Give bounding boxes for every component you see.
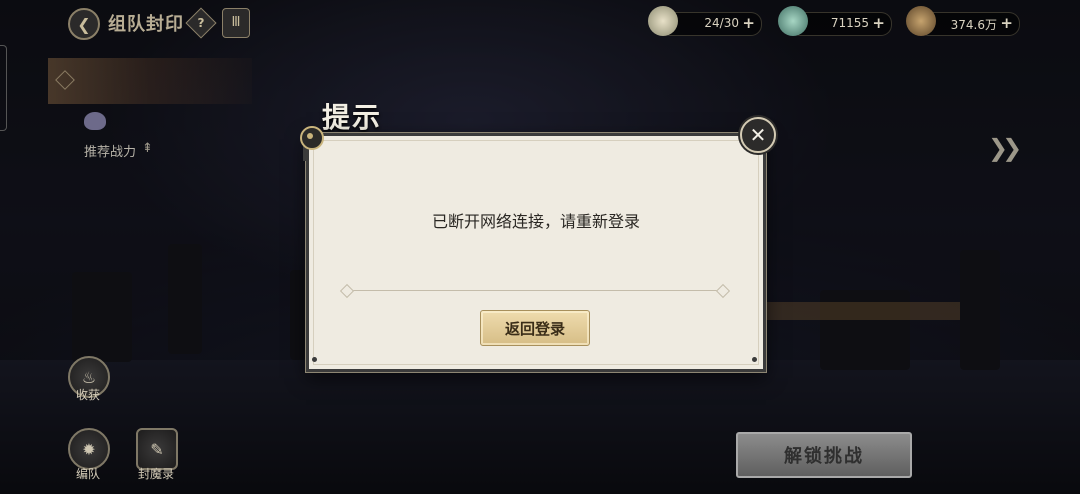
jade-add-button[interactable]: +: [872, 14, 885, 32]
formation-button[interactable]: ✹: [68, 428, 110, 470]
stamina-icon: [648, 6, 678, 36]
double-chevron-right-icon[interactable]: ❯❯: [988, 134, 1022, 162]
selected-stage-bar[interactable]: [48, 58, 252, 104]
recommend-power-label: 推荐战力: [84, 145, 137, 160]
recommend-emblem-icon: [84, 112, 106, 130]
corner-rivet: [312, 357, 317, 362]
pin-ornament-icon: [300, 126, 324, 150]
stamina-add-button[interactable]: +: [742, 14, 755, 32]
stage-highlight: [760, 302, 960, 320]
side-drawer-handle[interactable]: [0, 45, 7, 131]
record-label: 封魔录: [138, 467, 175, 481]
page-title: 组队封印: [108, 14, 184, 35]
jade-icon: [778, 6, 808, 36]
harvest-label: 收获: [76, 388, 101, 402]
formation-icon: ✹: [82, 439, 96, 459]
close-icon: ✕: [749, 123, 767, 147]
help-icon: ?: [197, 16, 205, 30]
scroll-icon: ✎: [150, 439, 164, 459]
dialog-title: 提示: [322, 101, 383, 134]
rules-book-button[interactable]: Ⅲ: [222, 8, 250, 38]
coin-icon: [906, 6, 936, 36]
coin-value: 374.6万: [950, 18, 997, 32]
unlock-challenge-button[interactable]: 解锁挑战: [736, 432, 912, 478]
jade-value: 71155: [830, 16, 869, 30]
dialog-message: 已断开网络连接，请重新登录: [431, 212, 640, 231]
pot-icon: ♨: [81, 367, 97, 387]
return-login-button[interactable]: 返回登录: [480, 310, 590, 346]
formation-label: 编队: [76, 467, 101, 481]
record-button[interactable]: ✎: [136, 428, 178, 470]
coin-add-button[interactable]: +: [1000, 14, 1013, 32]
dialog-divider: [348, 290, 722, 291]
close-button[interactable]: ✕: [740, 117, 776, 153]
power-icon: ⇞: [142, 141, 153, 156]
diamond-icon: [55, 70, 75, 90]
corner-rivet: [752, 357, 757, 362]
chevron-left-icon: ❮: [77, 14, 91, 34]
stamina-value: 24/30: [704, 16, 739, 30]
back-button[interactable]: ❮: [68, 8, 100, 40]
